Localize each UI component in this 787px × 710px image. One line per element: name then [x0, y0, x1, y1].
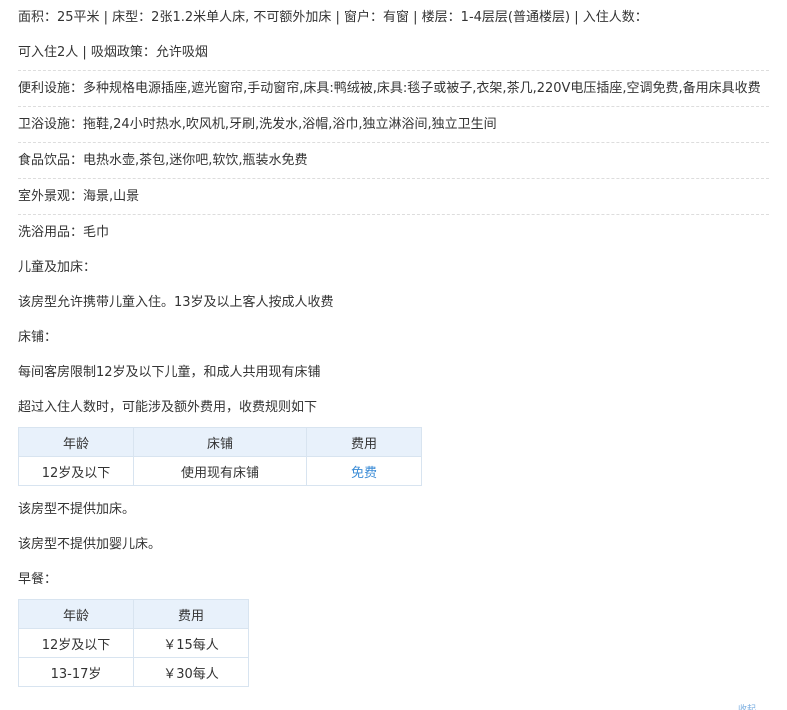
children-heading: 儿童及加床： [18, 260, 97, 275]
table-header-row: 年龄 床铺 费用 [18, 427, 422, 457]
cell-fee: ￥15每人 [133, 628, 249, 658]
facility-text: 海景,山景 [83, 189, 140, 204]
no-crib-note: 该房型不提供加婴儿床。 [18, 537, 162, 552]
no-extra-bed-note: 该房型不提供加床。 [18, 502, 136, 517]
table-row: 13-17岁 ￥30每人 [18, 657, 249, 687]
children-policy: 该房型允许携带儿童入住。13岁及以上客人按成人收费 [18, 295, 334, 310]
facility-view: 室外景观：海景,山景 [18, 179, 769, 215]
table-row: 12岁及以下 ￥15每人 [18, 628, 249, 658]
header-age: 年龄 [18, 599, 134, 629]
basic-info: 面积：25平米 | 床型：2张1.2米单人床, 不可额外加床 | 窗户：有窗 |… [18, 0, 769, 71]
breakfast-table: 年龄 费用 12岁及以下 ￥15每人 13-17岁 ￥30每人 [18, 599, 249, 687]
cell-age: 12岁及以下 [18, 628, 134, 658]
bed-limit: 每间客房限制12岁及以下儿童，和成人共用现有床铺 [18, 365, 321, 380]
cell-fee: 免费 [306, 456, 422, 486]
facility-label: 便利设施： [18, 81, 84, 96]
facility-text: 多种规格电源插座,遮光窗帘,手动窗帘,床具:鸭绒被,床具:毯子或被子,衣架,茶几… [83, 81, 761, 96]
facility-convenience: 便利设施：多种规格电源插座,遮光窗帘,手动窗帘,床具:鸭绒被,床具:毯子或被子,… [18, 71, 769, 107]
cell-bed: 使用现有床铺 [133, 456, 307, 486]
cell-age: 13-17岁 [18, 657, 134, 687]
facility-food-drink: 食品饮品：电热水壶,茶包,迷你吧,软饮,瓶装水免费 [18, 143, 769, 179]
facility-label: 食品饮品： [18, 153, 84, 168]
facility-label: 洗浴用品： [18, 225, 84, 240]
facility-bathroom: 卫浴设施：拖鞋,24小时热水,吹风机,牙刷,洗发水,浴帽,浴巾,独立淋浴间,独立… [18, 107, 769, 143]
facility-text: 毛巾 [83, 225, 110, 240]
child-bed-table: 年龄 床铺 费用 12岁及以下 使用现有床铺 免费 [18, 427, 422, 486]
table-header-row: 年龄 费用 [18, 599, 249, 629]
basic-info-line-1: 面积：25平米 | 床型：2张1.2米单人床, 不可额外加床 | 窗户：有窗 |… [18, 10, 648, 25]
facility-label: 室外景观： [18, 189, 84, 204]
collapse-link[interactable]: 收起 [738, 702, 764, 710]
header-fee: 费用 [133, 599, 249, 629]
facility-text: 电热水壶,茶包,迷你吧,软饮,瓶装水免费 [83, 153, 308, 168]
table-row: 12岁及以下 使用现有床铺 免费 [18, 456, 422, 486]
room-details: 面积：25平米 | 床型：2张1.2米单人床, 不可额外加床 | 窗户：有窗 |… [0, 0, 787, 687]
header-fee: 费用 [306, 427, 422, 457]
header-bed: 床铺 [133, 427, 307, 457]
facility-label: 卫浴设施： [18, 117, 84, 132]
basic-info-line-2: 可入住2人 | 吸烟政策：允许吸烟 [18, 45, 208, 60]
facility-text: 拖鞋,24小时热水,吹风机,牙刷,洗发水,浴帽,浴巾,独立淋浴间,独立卫生间 [83, 117, 497, 132]
header-age: 年龄 [18, 427, 134, 457]
bed-heading: 床铺： [18, 330, 58, 345]
breakfast-heading: 早餐： [18, 572, 58, 587]
cell-fee: ￥30每人 [133, 657, 249, 687]
cell-age: 12岁及以下 [18, 456, 134, 486]
facility-toiletries: 洗浴用品：毛巾 [18, 215, 769, 250]
extra-fee-note: 超过入住人数时，可能涉及额外费用，收费规则如下 [18, 400, 318, 415]
